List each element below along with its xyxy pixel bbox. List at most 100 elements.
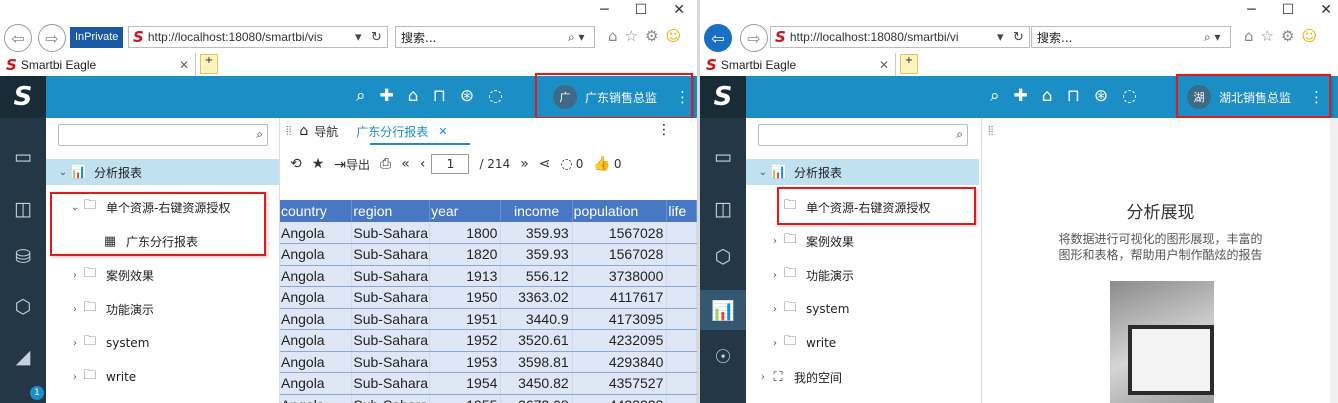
minimize-icon[interactable]: ─ — [600, 2, 608, 18]
table-cell[interactable]: Sub-Sahara — [351, 329, 431, 352]
component-icon[interactable]: ⊛ — [460, 86, 474, 106]
tree-node-cases[interactable]: › 🗀 案例效果 — [746, 228, 979, 254]
tab-close-icon[interactable]: ✕ — [179, 58, 195, 72]
table-cell[interactable]: 1953 — [429, 351, 502, 373]
share-icon[interactable]: ⋖ — [539, 156, 551, 172]
search-icon[interactable]: ⌕ ▾ — [568, 30, 594, 45]
chevron-right-icon[interactable]: › — [68, 372, 82, 383]
minimize-icon[interactable]: ─ — [1247, 2, 1255, 18]
table-cell[interactable] — [666, 286, 697, 309]
table-cell[interactable]: 1820 — [429, 243, 502, 266]
table-cell[interactable]: Angola — [280, 243, 353, 266]
first-page-icon[interactable]: « — [401, 156, 410, 172]
refresh-icon[interactable]: ⟲ — [290, 156, 302, 172]
maximize-icon[interactable]: ☐ — [1282, 2, 1295, 18]
chevron-right-icon[interactable]: › — [768, 236, 782, 247]
table-cell[interactable]: Angola — [280, 351, 353, 373]
chevron-down-icon[interactable]: ⌄ — [756, 167, 770, 178]
address-bar[interactable]: S http://localhost:18080/smartbi/vi ▾ ↻ — [770, 26, 1030, 48]
component-icon[interactable]: ⊛ — [1094, 86, 1108, 106]
dropdown-icon[interactable]: ▾ — [355, 30, 371, 45]
table-cell[interactable]: 3738000 — [572, 265, 668, 287]
back-button[interactable]: ⇦ — [4, 24, 32, 52]
table-cell[interactable]: 4423223 — [572, 394, 668, 403]
settings-gear-icon[interactable]: ⚙ — [645, 27, 658, 45]
table-cell[interactable]: 1954 — [429, 372, 502, 395]
table-cell[interactable]: Angola — [280, 286, 353, 309]
table-cell[interactable]: 3598.81 — [500, 351, 573, 373]
col-header[interactable]: country — [280, 200, 353, 222]
message-icon[interactable]: ◌ — [1122, 86, 1137, 106]
table-cell[interactable]: Sub-Sahara — [351, 372, 431, 395]
table-cell[interactable]: 3672.08 — [500, 394, 573, 403]
home-icon[interactable]: ⌂ — [608, 27, 618, 45]
monitor-icon[interactable]: ▭ — [700, 140, 746, 174]
table-cell[interactable]: 359.93 — [500, 243, 573, 266]
scrollbar[interactable] — [1330, 118, 1338, 403]
message-icon[interactable]: ◌ — [488, 86, 503, 106]
table-cell[interactable] — [666, 222, 697, 244]
table-cell[interactable]: 4117617 — [572, 286, 668, 309]
table-cell[interactable] — [666, 372, 697, 395]
table-cell[interactable] — [666, 243, 697, 266]
star-icon[interactable]: ★ — [312, 156, 325, 172]
table-cell[interactable] — [666, 351, 697, 373]
col-header[interactable]: population — [572, 200, 668, 222]
cube-icon[interactable]: ⬡ — [700, 240, 746, 274]
breadcrumb-nav[interactable]: 导航 — [314, 123, 338, 140]
table-cell[interactable]: Angola — [280, 394, 353, 403]
table-cell[interactable]: Sub-Sahara — [351, 308, 431, 330]
tree-node-write[interactable]: › 🗀 write — [746, 330, 979, 356]
tree-node-write[interactable]: › 🗀 write — [46, 364, 279, 390]
table-cell[interactable]: 1950 — [429, 286, 502, 309]
chevron-right-icon[interactable]: › — [68, 304, 82, 315]
table-cell[interactable]: Sub-Sahara — [351, 243, 431, 266]
browser-tab[interactable]: S Smartbi Eagle ✕ — [0, 53, 196, 76]
smartbi-logo[interactable]: S — [700, 76, 746, 118]
favorites-star-icon[interactable]: ☆ — [1261, 27, 1274, 45]
home-icon[interactable]: ⌂ — [1042, 86, 1053, 106]
home-icon[interactable]: ⌂ — [1244, 27, 1254, 45]
close-window-icon[interactable]: ✕ — [1320, 2, 1332, 18]
table-cell[interactable]: Angola — [280, 372, 353, 395]
home-icon[interactable]: ⌂ — [299, 123, 308, 139]
tree-node-system[interactable]: › 🗀 system — [746, 296, 979, 322]
table-cell[interactable]: Angola — [280, 222, 353, 244]
address-bar[interactable]: S http://localhost:18080/smartbi/vis ▾ ↻ — [128, 26, 388, 48]
tree-node-system[interactable]: › 🗀 system — [46, 330, 279, 356]
add-icon[interactable]: ✚ — [380, 86, 394, 106]
table-cell[interactable] — [666, 265, 697, 287]
table-cell[interactable]: Sub-Sahara — [351, 265, 431, 287]
col-header[interactable]: life — [666, 200, 697, 222]
search-icon[interactable]: ⌕ — [356, 86, 366, 106]
chevron-right-icon[interactable]: › — [68, 338, 82, 349]
chevron-right-icon[interactable]: › — [68, 270, 82, 281]
close-icon[interactable]: ✕ — [438, 125, 447, 138]
refresh-icon[interactable]: ↻ — [371, 30, 387, 45]
col-header[interactable]: income — [500, 200, 573, 222]
table-cell[interactable]: 3440.9 — [500, 308, 573, 330]
smartbi-logo[interactable]: S — [0, 76, 46, 118]
monitor-icon[interactable]: ▭ — [0, 140, 46, 174]
table-cell[interactable]: 1567028 — [572, 243, 668, 266]
table-cell[interactable]: Angola — [280, 329, 353, 352]
database-icon[interactable]: ⛁ — [0, 240, 46, 274]
grip-icon[interactable]: ⦙⦙ — [286, 124, 291, 139]
table-cell[interactable]: Sub-Sahara — [351, 351, 431, 373]
table-cell[interactable]: Sub-Sahara — [351, 394, 431, 403]
comment-icon[interactable]: ◌ — [561, 156, 573, 172]
table-cell[interactable]: 3363.02 — [500, 286, 573, 309]
table-cell[interactable]: 3520.61 — [500, 329, 573, 352]
forward-button[interactable]: ⇨ — [38, 24, 66, 52]
back-button[interactable]: ⇦ — [704, 24, 732, 52]
chevron-down-icon[interactable]: ⌄ — [56, 167, 70, 178]
bag-icon[interactable]: ⊓ — [1067, 86, 1080, 106]
table-cell[interactable]: 1567028 — [572, 222, 668, 244]
table-cell[interactable]: 3450.82 — [500, 372, 573, 395]
col-header[interactable]: region — [351, 200, 431, 222]
table-cell[interactable]: 359.93 — [500, 222, 573, 244]
chevron-right-icon[interactable]: › — [756, 372, 770, 383]
analysis-chart-icon[interactable]: 📊 — [700, 290, 746, 330]
add-icon[interactable]: ✚ — [1014, 86, 1028, 106]
forward-button[interactable]: ⇨ — [740, 24, 768, 52]
